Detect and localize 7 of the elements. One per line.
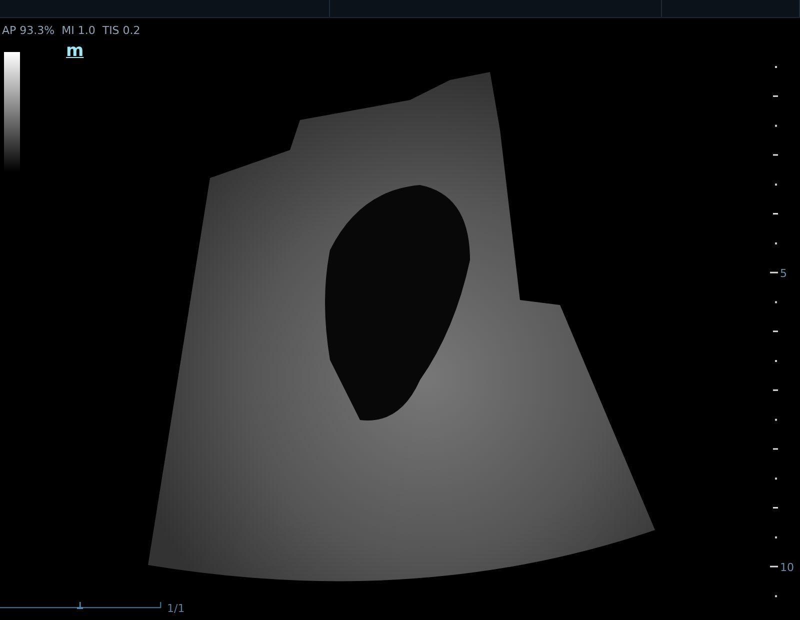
acoustic-readout: AP 93.3%	[2, 24, 55, 37]
frame-counter: 1/1	[167, 602, 185, 615]
depth-label: 5	[780, 266, 787, 280]
mode-indicator: m	[66, 42, 84, 60]
acoustic-readout: TIS 0.2	[102, 24, 140, 37]
depth-label: 10	[780, 560, 794, 574]
acoustic-readout: MI 1.0	[62, 24, 96, 37]
